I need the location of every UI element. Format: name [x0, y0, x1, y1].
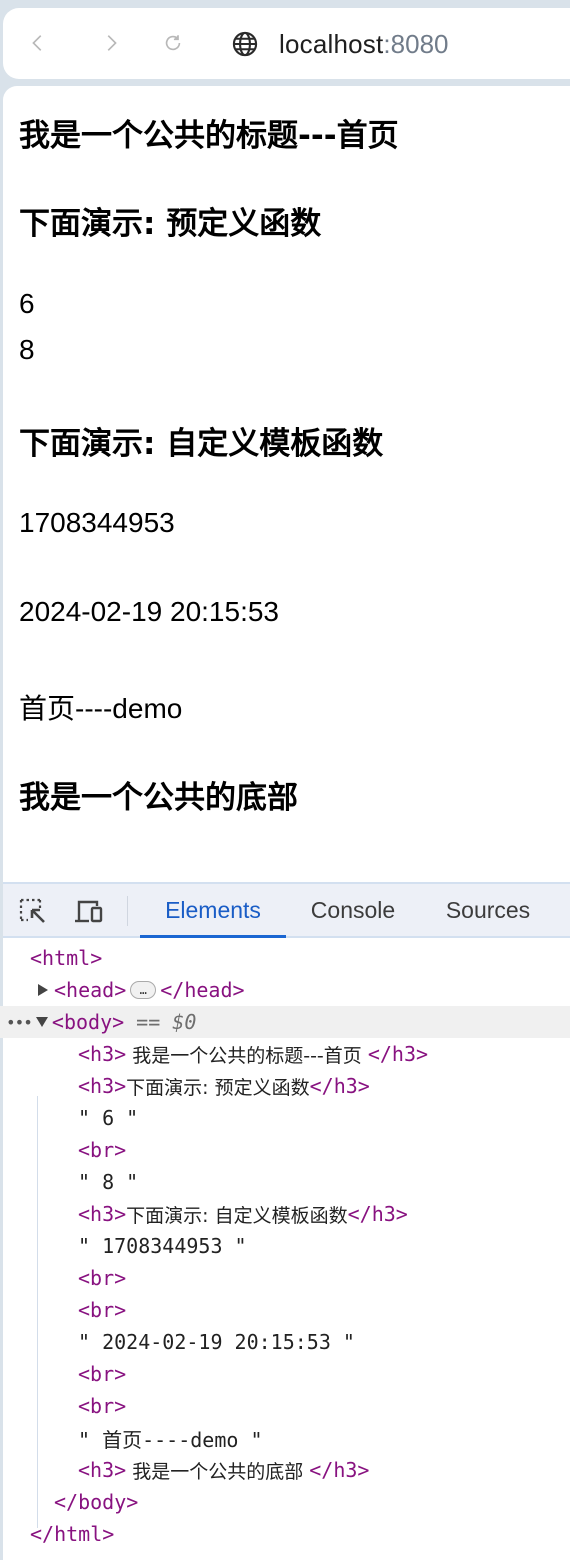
- h3-text: 下面演示: 自定义模板函数: [126, 1204, 348, 1227]
- tree-node-br[interactable]: <br>: [0, 1262, 570, 1294]
- html-close-tag: </html>: [30, 1522, 115, 1546]
- predefined-value-1: 6: [19, 288, 35, 319]
- tab-console[interactable]: Console: [299, 884, 407, 936]
- h3-open-tag: <h3>: [78, 1074, 127, 1098]
- tree-node-text-6[interactable]: " 6 ": [0, 1102, 570, 1134]
- page-viewport: 我是一个公共的标题---首页 下面演示: 预定义函数 6 8 下面演示: 自定义…: [3, 86, 570, 882]
- ellipsis-icon[interactable]: …: [130, 981, 157, 999]
- section-predefined-title: 下面演示: 预定义函数: [19, 206, 322, 242]
- text-node: " 8 ": [78, 1170, 139, 1194]
- tree-node-h3-section1[interactable]: <h3> 下面演示: 预定义函数 </h3>: [0, 1070, 570, 1102]
- browser-toolbar: localhost:8080: [3, 8, 570, 79]
- collapse-triangle-icon[interactable]: [35, 1017, 48, 1027]
- timestamp-value: 1708344953: [19, 507, 175, 538]
- br-tag: <br>: [78, 1394, 127, 1418]
- h3-close-tag: </h3>: [347, 1202, 408, 1226]
- address-bar[interactable]: localhost:8080: [231, 28, 449, 60]
- inspect-element-icon[interactable]: [18, 896, 50, 926]
- h3-text: 我是一个公共的标题---首页: [126, 1044, 368, 1067]
- tree-node-head[interactable]: <head> … </head>: [0, 974, 570, 1006]
- tree-node-h3-footer[interactable]: <h3> 我是一个公共的底部 </h3>: [0, 1454, 570, 1486]
- tree-node-h3-header[interactable]: <h3> 我是一个公共的标题---首页 </h3>: [0, 1038, 570, 1070]
- text-node: " 2024-02-19 20:15:53 ": [78, 1330, 355, 1354]
- tree-node-h3-section2[interactable]: <h3> 下面演示: 自定义模板函数 </h3>: [0, 1198, 570, 1230]
- datetime-value: 2024-02-19 20:15:53: [19, 596, 279, 627]
- section-custom-title: 下面演示: 自定义模板函数: [19, 426, 384, 462]
- head-open-tag: <head>: [54, 978, 127, 1002]
- tab-sources[interactable]: Sources: [433, 884, 543, 936]
- tree-node-br[interactable]: <br>: [0, 1134, 570, 1166]
- br-tag: <br>: [78, 1298, 127, 1322]
- reload-icon: [165, 35, 181, 51]
- body-close-tag: </body>: [54, 1490, 139, 1514]
- more-options-icon[interactable]: •••: [6, 1013, 33, 1032]
- forward-button[interactable]: [98, 30, 124, 56]
- tree-node-br[interactable]: <br>: [0, 1294, 570, 1326]
- toolbar-divider: [127, 896, 128, 926]
- reload-button[interactable]: [160, 30, 186, 56]
- tree-node-text-pagename[interactable]: " 首页----demo ": [0, 1422, 570, 1454]
- header-title: 我是一个公共的标题---首页: [19, 118, 399, 154]
- device-toolbar-icon[interactable]: [73, 896, 105, 926]
- text-node: " 6 ": [78, 1106, 139, 1130]
- tree-node-html[interactable]: <html>: [0, 942, 570, 974]
- predefined-value-2: 8: [19, 334, 35, 365]
- url-host: localhost: [279, 28, 384, 59]
- tab-elements[interactable]: Elements: [140, 884, 286, 938]
- chevron-left-icon: [32, 35, 42, 51]
- tree-node-br[interactable]: <br>: [0, 1358, 570, 1390]
- br-tag: <br>: [78, 1266, 127, 1290]
- globe-icon: [232, 31, 258, 57]
- tree-node-html-close[interactable]: </html>: [0, 1518, 570, 1550]
- page-name-value: 首页----demo: [19, 693, 183, 724]
- tree-node-text-datetime[interactable]: " 2024-02-19 20:15:53 ": [0, 1326, 570, 1358]
- tree-node-body[interactable]: ••• <body> == $0: [0, 1006, 570, 1038]
- h3-close-tag: </h3>: [367, 1042, 429, 1066]
- h3-open-tag: <h3>: [78, 1458, 127, 1482]
- tree-node-text-8[interactable]: " 8 ": [0, 1166, 570, 1198]
- text-node: " 1708344953 ": [78, 1234, 247, 1258]
- h3-close-tag: </h3>: [309, 1458, 370, 1482]
- h3-open-tag: <h3>: [78, 1202, 127, 1226]
- devtools-tabbar: Elements Console Sources: [3, 882, 570, 938]
- br-tag: <br>: [78, 1362, 127, 1386]
- tree-node-br[interactable]: <br>: [0, 1390, 570, 1422]
- expand-triangle-icon[interactable]: [38, 984, 48, 996]
- url-port: :8080: [383, 28, 449, 59]
- html-open-tag: <html>: [30, 946, 103, 970]
- selected-marker: == $0: [136, 1010, 197, 1034]
- h3-close-tag: </h3>: [309, 1074, 370, 1098]
- tree-node-body-close[interactable]: </body>: [0, 1486, 570, 1518]
- body-open-tag: <body>: [51, 1010, 125, 1034]
- head-close-tag: </head>: [160, 978, 245, 1002]
- text-node: " 首页----demo ": [78, 1427, 263, 1452]
- br-tag: <br>: [78, 1138, 127, 1162]
- chevron-right-icon: [107, 35, 117, 51]
- h3-open-tag: <h3>: [78, 1042, 127, 1066]
- tree-node-text-timestamp[interactable]: " 1708344953 ": [0, 1230, 570, 1262]
- h3-text: 下面演示: 预定义函数: [126, 1076, 310, 1099]
- footer-title: 我是一个公共的底部: [19, 780, 298, 816]
- back-button[interactable]: [25, 30, 51, 56]
- h3-text: 我是一个公共的底部: [126, 1460, 310, 1483]
